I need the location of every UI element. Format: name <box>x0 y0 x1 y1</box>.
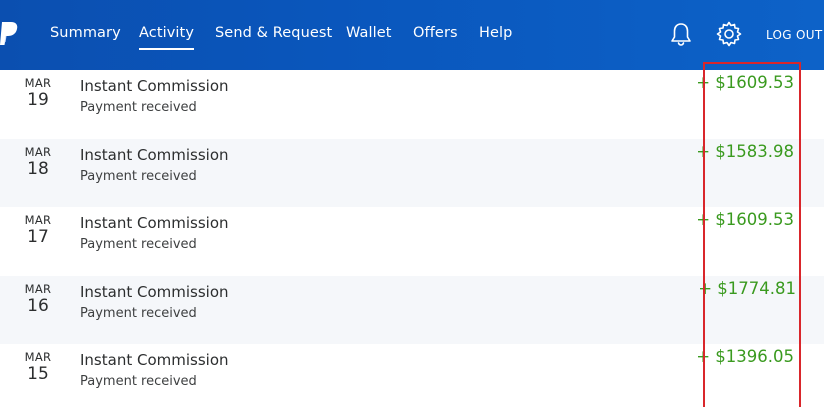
paypal-activity-page: Summary Activity Send & Request Wallet O… <box>0 0 824 407</box>
activity-date: MAR 18 <box>18 145 58 179</box>
top-navigation-bar: Summary Activity Send & Request Wallet O… <box>0 0 824 70</box>
nav-help[interactable]: Help <box>479 25 512 41</box>
activity-description: Instant Commission Payment received <box>80 282 229 323</box>
paypal-logo-icon[interactable] <box>0 20 20 48</box>
logout-button[interactable]: LOG OUT <box>766 28 822 42</box>
nav-offers[interactable]: Offers <box>413 25 458 41</box>
activity-row[interactable]: MAR 16 Instant Commission Payment receiv… <box>0 275 824 344</box>
activity-month: MAR <box>24 213 52 227</box>
bell-icon[interactable] <box>667 20 695 48</box>
activity-date: MAR 16 <box>18 282 58 316</box>
activity-row[interactable]: MAR 17 Instant Commission Payment receiv… <box>0 207 824 276</box>
activity-month: MAR <box>24 144 52 159</box>
activity-date: MAR 19 <box>18 76 58 110</box>
activity-title: Instant Commission <box>80 214 229 232</box>
nav-send-request[interactable]: Send & Request <box>215 25 332 41</box>
activity-amount: + $1609.53 <box>696 73 794 92</box>
activity-title: Instant Commission <box>80 77 229 95</box>
activity-row[interactable]: MAR 18 Instant Commission Payment receiv… <box>0 138 824 207</box>
nav-activity[interactable]: Activity <box>139 25 195 50</box>
activity-amount: + $1396.05 <box>696 347 794 366</box>
activity-row[interactable]: MAR 15 Instant Commission Payment receiv… <box>0 344 824 407</box>
activity-title: Instant Commission <box>80 145 229 164</box>
activity-title: Instant Commission <box>80 351 229 369</box>
activity-day: 19 <box>27 90 49 110</box>
activity-description: Instant Commission Payment received <box>80 145 229 186</box>
nav-summary[interactable]: Summary <box>50 25 121 41</box>
activity-status: Payment received <box>80 100 197 115</box>
activity-day: 17 <box>27 227 49 247</box>
activity-status: Payment received <box>80 305 197 321</box>
activity-status: Payment received <box>80 168 197 184</box>
activity-description: Instant Commission Payment received <box>80 350 229 391</box>
activity-description: Instant Commission Payment received <box>80 76 229 117</box>
activity-month: MAR <box>24 281 52 296</box>
activity-amount: + $1609.53 <box>696 210 794 229</box>
activity-status: Payment received <box>80 237 197 252</box>
activity-amount: + $1583.98 <box>696 141 794 161</box>
activity-date: MAR 17 <box>18 213 58 247</box>
activity-title: Instant Commission <box>80 282 229 301</box>
activity-status: Payment received <box>80 374 197 389</box>
activity-row[interactable]: MAR 19 Instant Commission Payment receiv… <box>0 70 824 139</box>
activity-month: MAR <box>24 350 52 364</box>
activity-day: 15 <box>27 364 49 384</box>
gear-icon[interactable] <box>715 20 743 48</box>
nav-wallet[interactable]: Wallet <box>346 25 392 41</box>
activity-day: 18 <box>27 158 49 179</box>
activity-day: 16 <box>27 295 49 316</box>
activity-month: MAR <box>24 76 52 90</box>
activity-description: Instant Commission Payment received <box>80 213 229 254</box>
activity-list: MAR 19 Instant Commission Payment receiv… <box>0 70 824 407</box>
activity-amount: + $1774.81 <box>698 278 796 298</box>
activity-date: MAR 15 <box>18 350 58 384</box>
